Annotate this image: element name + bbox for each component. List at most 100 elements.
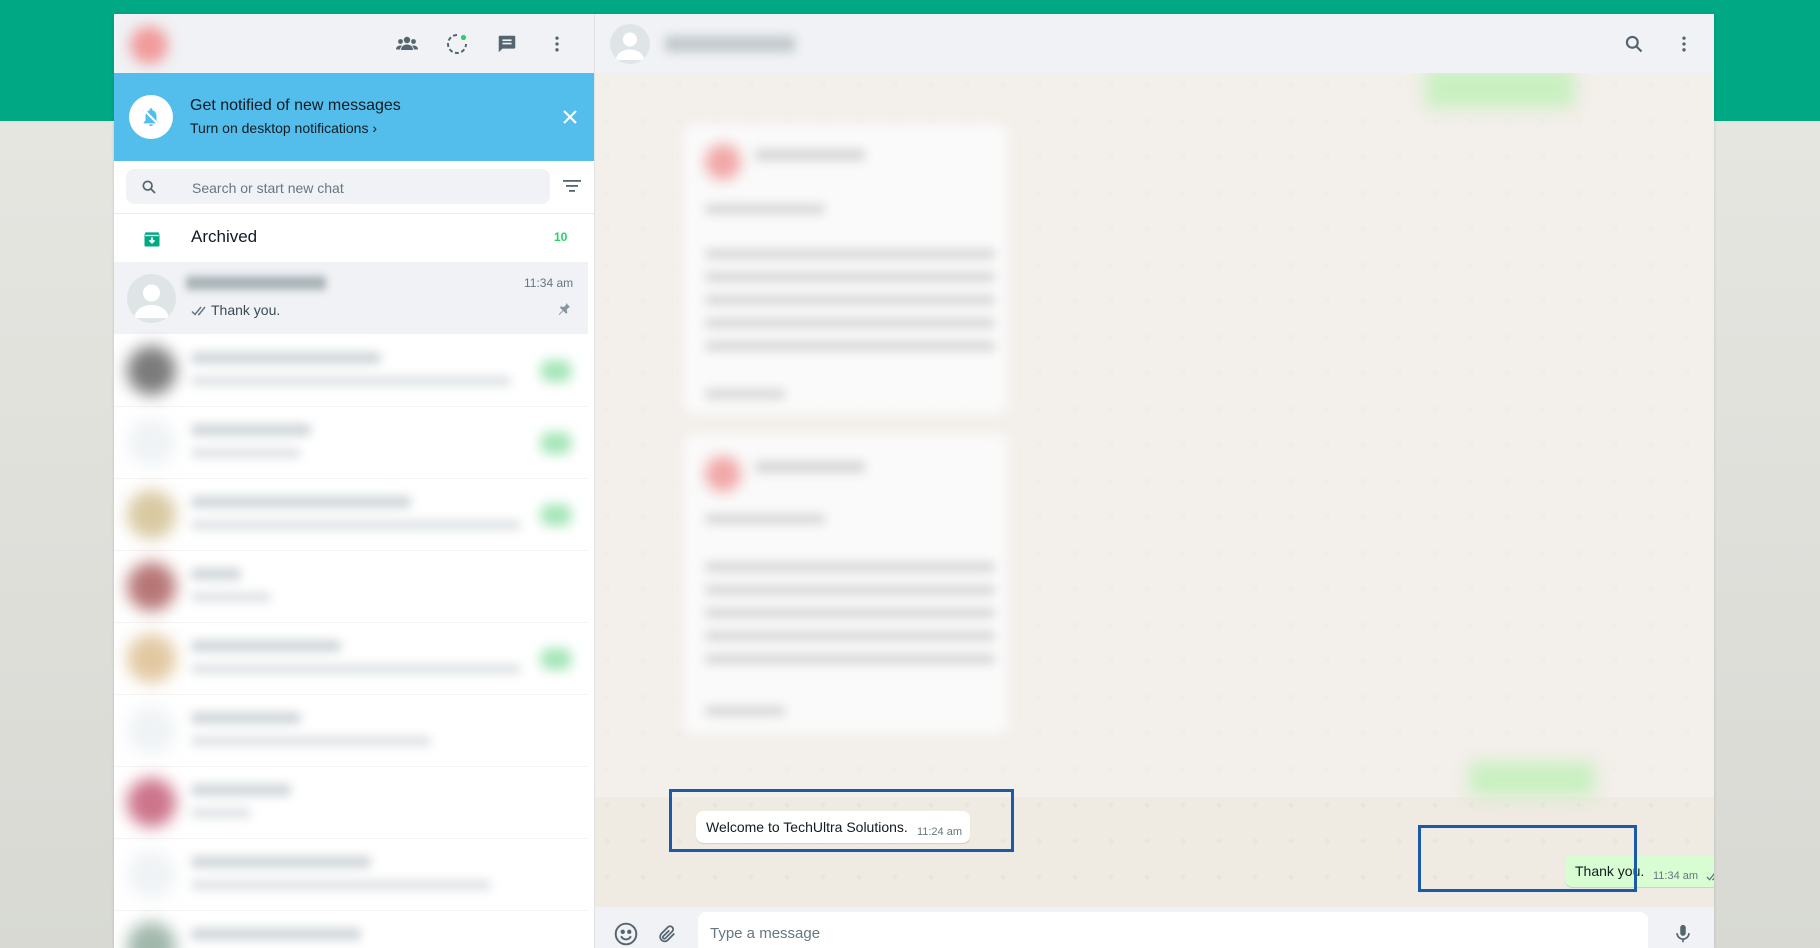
redacted-text xyxy=(705,608,995,618)
chat-list-item-redacted[interactable] xyxy=(114,334,588,407)
chat-list-item-redacted[interactable] xyxy=(114,550,588,623)
redacted-outgoing-message xyxy=(1469,762,1595,796)
chat-list-item-redacted[interactable] xyxy=(114,622,588,695)
redacted-text xyxy=(705,341,995,351)
search-input[interactable] xyxy=(190,169,544,206)
redacted-text xyxy=(191,448,301,458)
redacted-text xyxy=(705,706,785,716)
attach-icon[interactable] xyxy=(653,920,681,948)
contact-name-redacted xyxy=(665,36,795,52)
unread-badge-redacted xyxy=(540,504,572,526)
redacted-text xyxy=(705,562,995,572)
archived-count-badge: 10 xyxy=(554,230,568,244)
redacted-text xyxy=(191,640,341,652)
chat-list-item-redacted[interactable] xyxy=(114,766,588,839)
double-check-icon xyxy=(191,304,209,322)
microphone-icon[interactable] xyxy=(1669,920,1697,948)
chat-preview: Thank you. xyxy=(211,302,281,318)
chat-list-item-active[interactable]: 11:34 am Thank you. xyxy=(114,262,588,334)
message-input[interactable] xyxy=(698,912,1648,948)
unread-badge-redacted xyxy=(540,360,572,382)
archived-row[interactable]: Archived 10 xyxy=(114,213,594,262)
chat-list-pane: Get notified of new messages Turn on des… xyxy=(114,14,595,948)
filter-icon[interactable] xyxy=(563,179,581,198)
redacted-text xyxy=(191,856,371,868)
redacted-text xyxy=(191,664,521,674)
redacted-text xyxy=(191,808,251,818)
avatar-redacted xyxy=(127,634,176,683)
message-time: 11:34 am xyxy=(1653,870,1699,882)
notification-banner: Get notified of new messages Turn on des… xyxy=(114,73,594,161)
redacted-text xyxy=(755,461,865,473)
emoji-icon[interactable] xyxy=(612,920,640,948)
redacted-text xyxy=(191,592,271,602)
communities-icon[interactable] xyxy=(394,31,420,57)
redacted-outgoing-message xyxy=(1425,68,1575,108)
chat-list-item-redacted[interactable] xyxy=(114,694,588,767)
redacted-text xyxy=(191,784,291,796)
chat-list-item-redacted[interactable] xyxy=(114,406,588,479)
highlight-box xyxy=(1418,825,1637,892)
search-icon[interactable] xyxy=(1621,31,1647,57)
double-check-icon xyxy=(1706,869,1714,885)
new-chat-icon[interactable] xyxy=(494,31,520,57)
avatar-redacted xyxy=(127,562,176,611)
unread-badge-redacted xyxy=(540,648,572,670)
redacted-text xyxy=(755,149,865,161)
highlight-box xyxy=(669,789,1014,852)
avatar-redacted xyxy=(127,346,176,395)
redacted-text xyxy=(191,568,241,580)
conversation-header[interactable] xyxy=(595,14,1714,73)
search-box xyxy=(126,169,550,206)
redacted-text xyxy=(191,712,301,724)
redacted-text xyxy=(191,880,491,890)
pin-icon xyxy=(556,301,572,322)
archive-icon xyxy=(142,229,162,254)
avatar-redacted xyxy=(127,778,176,827)
redacted-text xyxy=(191,376,511,386)
redacted-text xyxy=(191,496,411,508)
left-header xyxy=(114,14,594,73)
default-avatar-icon[interactable] xyxy=(610,24,650,64)
archived-label: Archived xyxy=(191,227,258,246)
redacted-text xyxy=(191,736,431,746)
status-icon[interactable] xyxy=(444,31,470,57)
message-composer xyxy=(595,907,1714,948)
redacted-text xyxy=(705,249,995,259)
redacted-text xyxy=(705,295,995,305)
menu-icon[interactable] xyxy=(1671,31,1697,57)
chat-name-redacted xyxy=(186,276,326,290)
notification-bell-off-icon xyxy=(129,95,173,139)
whatsapp-web-app: Get notified of new messages Turn on des… xyxy=(114,14,1714,948)
notification-title: Get notified of new messages xyxy=(190,97,401,114)
chat-list-item-redacted[interactable] xyxy=(114,910,588,948)
enable-notifications-link[interactable]: Turn on desktop notifications › xyxy=(190,120,377,136)
redacted-text xyxy=(705,318,995,328)
redacted-text xyxy=(191,424,311,436)
redacted-text xyxy=(705,514,825,524)
redacted-text xyxy=(191,352,381,364)
redacted-text xyxy=(705,585,995,595)
avatar-redacted xyxy=(127,418,176,467)
redacted-image xyxy=(705,144,741,180)
menu-icon[interactable] xyxy=(544,31,570,57)
redacted-text xyxy=(705,654,995,664)
redacted-text xyxy=(705,631,995,641)
avatar-redacted xyxy=(127,706,176,755)
close-icon[interactable] xyxy=(558,105,582,129)
default-avatar-icon xyxy=(127,274,176,323)
search-row xyxy=(114,161,594,214)
avatar-redacted xyxy=(127,922,176,948)
redacted-text xyxy=(705,389,785,399)
avatar-redacted xyxy=(127,850,176,899)
search-icon[interactable] xyxy=(141,179,157,200)
chat-list-item-redacted[interactable] xyxy=(114,478,588,551)
unread-badge-redacted xyxy=(540,432,572,454)
avatar-redacted xyxy=(127,490,176,539)
profile-avatar[interactable] xyxy=(130,26,168,64)
conversation-pane: Welcome to TechUltra Solutions. 11:24 am… xyxy=(595,14,1714,948)
redacted-text xyxy=(191,928,361,940)
redacted-image xyxy=(705,456,741,492)
redacted-text xyxy=(191,520,521,530)
chat-list-item-redacted[interactable] xyxy=(114,838,588,911)
